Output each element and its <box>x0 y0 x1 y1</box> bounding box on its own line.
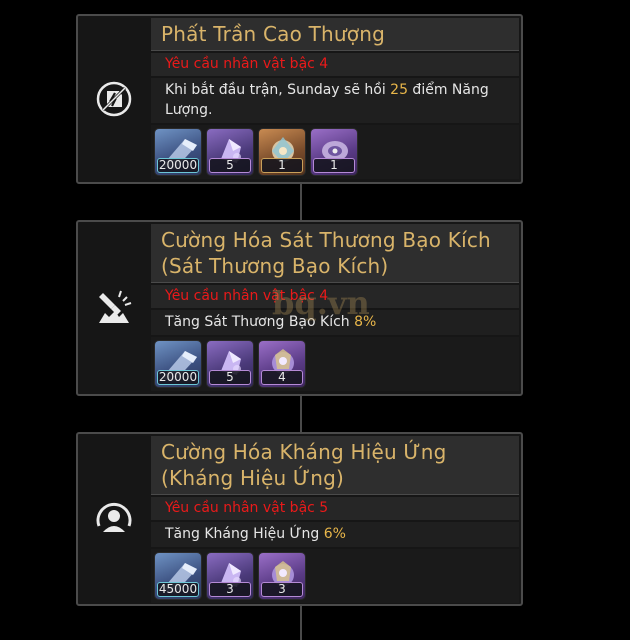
material-quantity: 3 <box>261 582 303 597</box>
trace-requirement: Yêu cầu nhân vật bậc 4 <box>151 285 519 308</box>
energy-shield-icon <box>96 81 132 117</box>
material-slot[interactable]: 4 <box>258 340 306 388</box>
trace-description: Tăng Sát Thương Bạo Kích 8% <box>151 310 519 335</box>
material-quantity: 1 <box>261 158 303 173</box>
trace-icon-slot <box>78 434 150 604</box>
highlight-value: 25 <box>390 82 408 98</box>
trace-card-3[interactable]: Cường Hóa Kháng Hiệu Ứng (Kháng Hiệu Ứng… <box>76 432 523 606</box>
material-quantity: 4 <box>261 370 303 385</box>
trace-title: Cường Hóa Sát Thương Bạo Kích (Sát Thươn… <box>151 224 519 283</box>
material-quantity: 20000 <box>157 158 199 173</box>
effect-res-icon <box>96 503 132 532</box>
trace-icon-slot <box>78 222 150 394</box>
material-list: 20000 5 1 1 <box>151 125 519 179</box>
tree-connector <box>300 396 302 432</box>
trace-title: Cường Hóa Kháng Hiệu Ứng (Kháng Hiệu Ứng… <box>151 436 519 495</box>
material-slot[interactable]: 5 <box>206 128 254 176</box>
crit-damage-icon <box>99 290 132 323</box>
material-quantity: 5 <box>209 158 251 173</box>
material-quantity: 45000 <box>157 582 199 597</box>
material-quantity: 20000 <box>157 370 199 385</box>
trace-icon-slot <box>78 16 150 182</box>
material-slot[interactable]: 1 <box>310 128 358 176</box>
trace-tree-page: Phất Trần Cao Thượng Yêu cầu nhân vật bậ… <box>0 0 630 640</box>
trace-description: Khi bắt đầu trận, Sunday sẽ hồi 25 điểm … <box>151 78 519 123</box>
material-quantity: 1 <box>313 158 355 173</box>
material-slot[interactable]: 3 <box>206 552 254 600</box>
material-list: 45000 3 3 <box>151 549 519 603</box>
material-slot[interactable]: 45000 <box>154 552 202 600</box>
tree-connector <box>300 606 302 640</box>
highlight-value: 6% <box>323 526 346 542</box>
material-slot[interactable]: 1 <box>258 128 306 176</box>
trace-card-1[interactable]: Phất Trần Cao Thượng Yêu cầu nhân vật bậ… <box>76 14 523 184</box>
material-slot[interactable]: 3 <box>258 552 306 600</box>
material-list: 20000 5 4 <box>151 337 519 391</box>
trace-requirement: Yêu cầu nhân vật bậc 4 <box>151 53 519 76</box>
material-slot[interactable]: 20000 <box>154 128 202 176</box>
trace-title: Phất Trần Cao Thượng <box>151 18 519 51</box>
highlight-value: 8% <box>354 314 377 330</box>
trace-description: Tăng Kháng Hiệu Ứng 6% <box>151 522 519 547</box>
material-quantity: 5 <box>209 370 251 385</box>
trace-requirement: Yêu cầu nhân vật bậc 5 <box>151 497 519 520</box>
material-slot[interactable]: 5 <box>206 340 254 388</box>
material-quantity: 3 <box>209 582 251 597</box>
material-slot[interactable]: 20000 <box>154 340 202 388</box>
tree-connector <box>300 184 302 220</box>
trace-card-2[interactable]: Cường Hóa Sát Thương Bạo Kích (Sát Thươn… <box>76 220 523 396</box>
